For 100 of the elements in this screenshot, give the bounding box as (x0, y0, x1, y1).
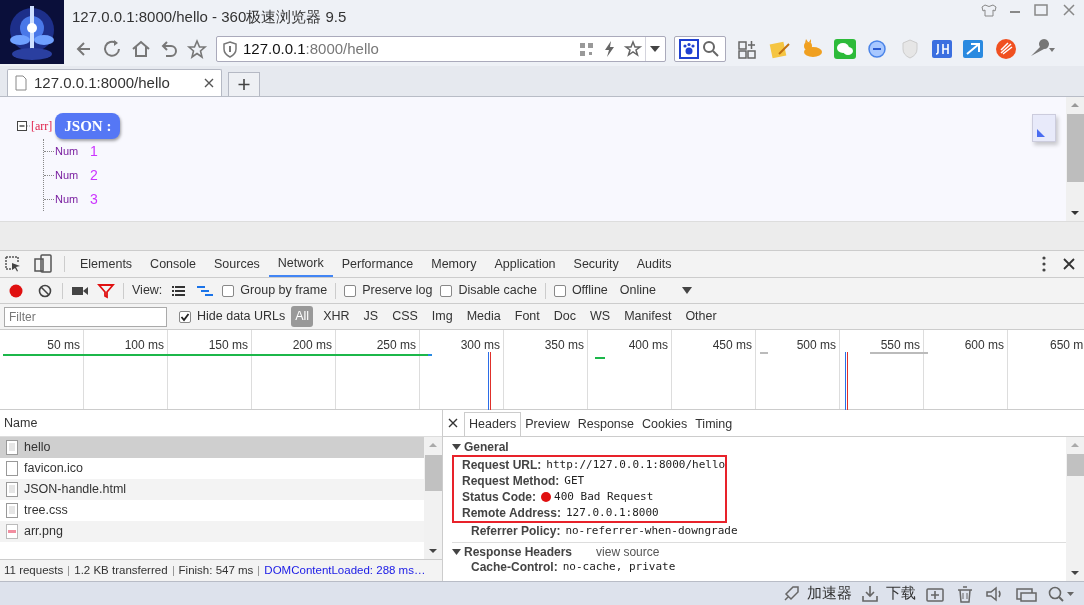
header-value: no-cache, private (562, 558, 676, 575)
tick-label: 200 ms (292, 337, 332, 354)
star-icon[interactable] (184, 37, 210, 61)
chat-icon[interactable] (833, 38, 857, 60)
header-value: no-referrer-when-downgrade (565, 522, 738, 539)
type-filter[interactable]: JS (359, 306, 383, 327)
scrollbar[interactable] (424, 437, 442, 559)
value-text: 1 (90, 141, 98, 161)
details-tab[interactable]: Preview (521, 412, 574, 436)
accelerator-button[interactable]: 加速器 (781, 582, 852, 605)
checkbox[interactable]: Preserve log (344, 281, 433, 300)
search-engine-box[interactable] (674, 36, 726, 62)
section-header[interactable]: General (452, 437, 509, 456)
details-tab[interactable]: Headers (464, 412, 522, 436)
request-row[interactable]: arr.png (0, 521, 424, 542)
devtools-tab[interactable]: Application (485, 251, 565, 277)
summary-text: 11 requests (4, 562, 64, 578)
key-label: Num (55, 143, 80, 159)
image-file-icon (6, 524, 18, 539)
download-button[interactable]: 下载 (860, 582, 916, 605)
devtools-tab[interactable]: Memory (422, 251, 486, 277)
type-filter[interactable]: CSS (388, 306, 422, 327)
filter-field[interactable]: Filter (4, 306, 167, 327)
type-filter[interactable]: Font (510, 306, 544, 327)
devtools-tab[interactable]: Audits (627, 251, 681, 277)
corner-button[interactable] (1032, 114, 1056, 142)
view-label: View: (132, 282, 163, 300)
value-text: 3 (90, 189, 98, 209)
request-row[interactable]: hello (0, 437, 424, 458)
tab-title: 127.0.0.1:8000/hello (34, 72, 171, 93)
tick-label: 400 ms (628, 337, 668, 354)
window-title: 127.0.0.1:8000/hello - 360极速浏览器 9.5 (72, 7, 348, 28)
devtools-tab[interactable]: Performance (332, 251, 423, 277)
throttle-dropdown[interactable]: Online (619, 281, 692, 300)
tick-label: 600 ms (964, 337, 1004, 354)
checkbox[interactable]: Offline (553, 281, 608, 300)
devtools-tab[interactable]: Elements (71, 251, 142, 277)
header-name: Status Code: (462, 489, 536, 506)
address-bar[interactable]: 127.0.0.1:8000/hello (216, 36, 666, 62)
letters-icon[interactable] (930, 38, 954, 60)
file-icon (6, 482, 18, 497)
type-filter[interactable]: Manifest (620, 306, 676, 327)
tick-label: 300 ms (460, 337, 500, 354)
tick-label: 450 ms (712, 337, 752, 354)
paw-icon (679, 39, 699, 59)
details-tab[interactable]: Response (573, 412, 638, 436)
devtools-tab[interactable]: Sources (205, 251, 269, 277)
clear-icon[interactable] (36, 282, 54, 299)
check-icon (180, 311, 190, 322)
type-filter[interactable]: WS (586, 306, 615, 327)
file-name: JSON-handle.html (24, 481, 127, 499)
view-source-link[interactable]: view source (596, 542, 660, 561)
type-filter[interactable]: Doc (549, 306, 580, 327)
url-text: 127.0.0.1:8000/hello (243, 38, 380, 59)
scrollbar-thumb[interactable] (1066, 454, 1084, 476)
scrollbar-thumb[interactable] (1066, 114, 1084, 182)
search-icon[interactable] (701, 39, 721, 59)
new-tab-icon[interactable] (228, 72, 260, 96)
filter-icon[interactable] (97, 282, 115, 299)
type-filter[interactable]: XHR (319, 306, 354, 327)
page-icon (14, 75, 28, 91)
details-tab[interactable]: Cookies (638, 412, 692, 436)
scrollbar[interactable] (1066, 97, 1084, 221)
header-name: Request Method: (462, 473, 560, 490)
caret-icon (681, 286, 692, 295)
details-tab[interactable]: Timing (691, 412, 737, 436)
header-name: Referrer Policy: (471, 523, 561, 540)
triangle-icon (1037, 129, 1045, 137)
header-value: GET (564, 472, 585, 489)
key-label: Num (55, 167, 80, 183)
header-name: Cache-Control: (471, 559, 558, 576)
record-icon[interactable] (8, 282, 24, 299)
json-badge: JSON : (55, 112, 121, 140)
file-icon (6, 461, 18, 476)
file-name: tree.css (24, 502, 68, 520)
type-filter[interactable]: Img (427, 306, 457, 327)
checkbox[interactable]: Group by frame (222, 281, 328, 300)
devtools-tab[interactable]: Security (564, 251, 628, 277)
star-icon[interactable] (621, 39, 645, 59)
header-name: Remote Address: (462, 505, 561, 522)
tick-label: 350 ms (544, 337, 584, 354)
close-icon[interactable] (203, 77, 215, 89)
type-filter[interactable]: Other (681, 306, 721, 327)
browser-tab[interactable]: 127.0.0.1:8000/hello (7, 69, 222, 96)
tick-label: 50 ms (47, 337, 80, 354)
request-row[interactable]: JSON-handle.html (0, 479, 424, 500)
download-icon (860, 583, 880, 604)
header-value: 400 Bad Request (554, 488, 654, 505)
devtools-tab[interactable]: Console (141, 251, 205, 277)
scrollbar[interactable] (1066, 437, 1084, 581)
scrollbar-thumb[interactable] (424, 455, 442, 491)
value-text: 2 (90, 165, 98, 185)
caret-icon (452, 546, 462, 557)
file-name: hello (24, 439, 51, 457)
summary-text: 1.2 KB transferred (74, 562, 168, 578)
collapse-icon[interactable] (17, 120, 31, 132)
checkbox[interactable]: Hide data URLs (179, 307, 286, 326)
type-filter[interactable]: Media (462, 306, 505, 327)
checkbox[interactable]: Disable cache (440, 281, 537, 300)
section-header[interactable]: Response Headers (452, 542, 573, 561)
